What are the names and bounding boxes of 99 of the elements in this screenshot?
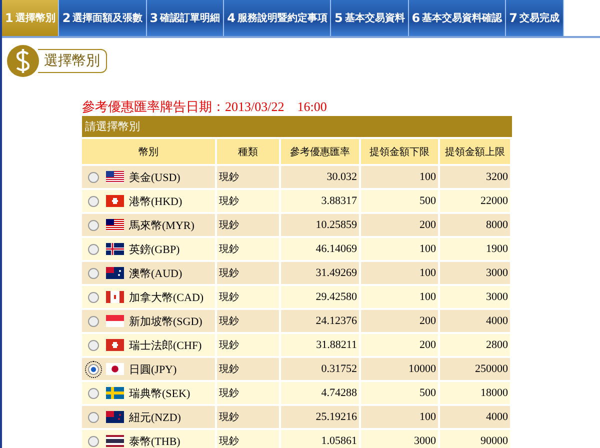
- table-cell: 250000: [439, 357, 511, 381]
- radio-button[interactable]: [88, 292, 99, 302]
- table-cell: 24.12376: [280, 309, 360, 333]
- radio-button[interactable]: [88, 412, 99, 422]
- rate-date-notice: 參考優惠匯率牌告日期：2013/03/22 16:00: [82, 98, 328, 116]
- flag-icon: [106, 411, 124, 423]
- table-cell: 200: [360, 333, 439, 357]
- dollar-icon: [6, 44, 40, 78]
- table-cell: 10000: [360, 357, 439, 381]
- radio-button[interactable]: [88, 388, 99, 398]
- currency-name: 新加坡幣(SGD): [129, 314, 202, 328]
- flag-icon: [106, 315, 124, 327]
- table-cell: 3000: [439, 261, 511, 285]
- radio-button[interactable]: [88, 436, 99, 446]
- table-cell: 18000: [439, 381, 511, 405]
- currency-name: 馬來幣(MYR): [129, 218, 194, 232]
- flag-icon: [106, 219, 124, 231]
- table-cell: 現鈔: [216, 285, 280, 309]
- table-cell: 10.25859: [280, 213, 360, 237]
- currency-name: 美金(USD): [129, 170, 180, 184]
- step-tab[interactable]: 6 基本交易資料確認: [408, 0, 506, 36]
- radio-button[interactable]: [88, 340, 99, 350]
- table-cell: 2800: [439, 333, 511, 357]
- table-cell: 30.032: [280, 165, 360, 189]
- currency-name: 紐元(NZD): [129, 410, 181, 424]
- table-cell: 3000: [439, 285, 511, 309]
- table-cell: 100: [360, 165, 439, 189]
- table-cell: 500: [360, 189, 439, 213]
- table-cell: 0.31752: [280, 357, 360, 381]
- table-cell: 100: [360, 405, 439, 429]
- table-cell: 1.05861: [280, 429, 360, 448]
- currency-name: 瑞典幣(SEK): [129, 386, 190, 400]
- table-cell: 100: [360, 285, 439, 309]
- table-cell: 現鈔: [216, 213, 280, 237]
- flag-icon: [106, 171, 124, 183]
- table-cell: 100: [360, 237, 439, 261]
- radio-button[interactable]: [88, 364, 99, 374]
- table-cell: 3.88317: [280, 189, 360, 213]
- flag-icon: [106, 243, 124, 255]
- radio-button[interactable]: [88, 172, 99, 182]
- table-cell: 4000: [439, 405, 511, 429]
- table-cell: 200: [360, 309, 439, 333]
- column-header: 幣別: [82, 139, 216, 165]
- table-cell: 29.42580: [280, 285, 360, 309]
- radio-button[interactable]: [88, 220, 99, 230]
- step-tab[interactable]: 3 確認訂單明細: [146, 0, 224, 36]
- currency-name: 英鎊(GBP): [129, 242, 180, 256]
- table-cell: 31.49269: [280, 261, 360, 285]
- flag-icon: [106, 387, 124, 399]
- table-cell: 現鈔: [216, 237, 280, 261]
- table-cell: 100: [360, 261, 439, 285]
- table-cell: 46.14069: [280, 237, 360, 261]
- column-header: 提領金額上限: [439, 139, 511, 165]
- table-cell: 4000: [439, 309, 511, 333]
- table-cell: 500: [360, 381, 439, 405]
- table-cell: 現鈔: [216, 405, 280, 429]
- table-caption: 請選擇幣別: [82, 116, 512, 139]
- table-cell: 現鈔: [216, 429, 280, 448]
- currency-name: 澳幣(AUD): [129, 266, 182, 280]
- table-cell: 現鈔: [216, 357, 280, 381]
- table-cell: 現鈔: [216, 165, 280, 189]
- flag-icon: [106, 339, 124, 351]
- table-cell: 現鈔: [216, 189, 280, 213]
- table-cell: 3000: [360, 429, 439, 448]
- step-tab[interactable]: 4 服務說明暨約定事項: [224, 0, 332, 36]
- radio-button[interactable]: [88, 196, 99, 206]
- currency-name: 港幣(HKD): [129, 194, 182, 208]
- table-cell: 31.88211: [280, 333, 360, 357]
- flag-icon: [106, 267, 124, 279]
- column-header: 提領金額下限: [360, 139, 439, 165]
- currency-name: 加拿大幣(CAD): [129, 290, 204, 304]
- table-cell: 現鈔: [216, 333, 280, 357]
- table-cell: 現鈔: [216, 309, 280, 333]
- currency-name: 日圓(JPY): [129, 362, 177, 376]
- table-cell: 90000: [439, 429, 511, 448]
- table-cell: 現鈔: [216, 261, 280, 285]
- currency-name: 泰幣(THB): [129, 434, 180, 448]
- radio-button[interactable]: [88, 316, 99, 326]
- flag-icon: [106, 195, 124, 207]
- table-cell: 200: [360, 213, 439, 237]
- radio-button[interactable]: [88, 268, 99, 278]
- table-cell: 1900: [439, 237, 511, 261]
- column-header: 種類: [216, 139, 280, 165]
- currency-name: 瑞士法郎(CHF): [129, 338, 202, 352]
- step-tab[interactable]: 2 選擇面額及張數: [59, 0, 147, 36]
- flag-icon: [106, 435, 124, 447]
- table-cell: 8000: [439, 213, 511, 237]
- table-cell: 25.19216: [280, 405, 360, 429]
- step-tab[interactable]: 5 基本交易資料: [331, 0, 409, 36]
- step-tab[interactable]: 7 交易完成: [506, 0, 564, 36]
- radio-button[interactable]: [88, 244, 99, 254]
- section-title: 選擇幣別: [38, 49, 107, 73]
- table-cell: 現鈔: [216, 381, 280, 405]
- flag-icon: [106, 363, 124, 375]
- table-cell: 22000: [439, 189, 511, 213]
- table-cell: 3200: [439, 165, 511, 189]
- flag-icon: [106, 291, 124, 303]
- table-cell: 4.74288: [280, 381, 360, 405]
- column-header: 參考優惠匯率: [280, 139, 360, 165]
